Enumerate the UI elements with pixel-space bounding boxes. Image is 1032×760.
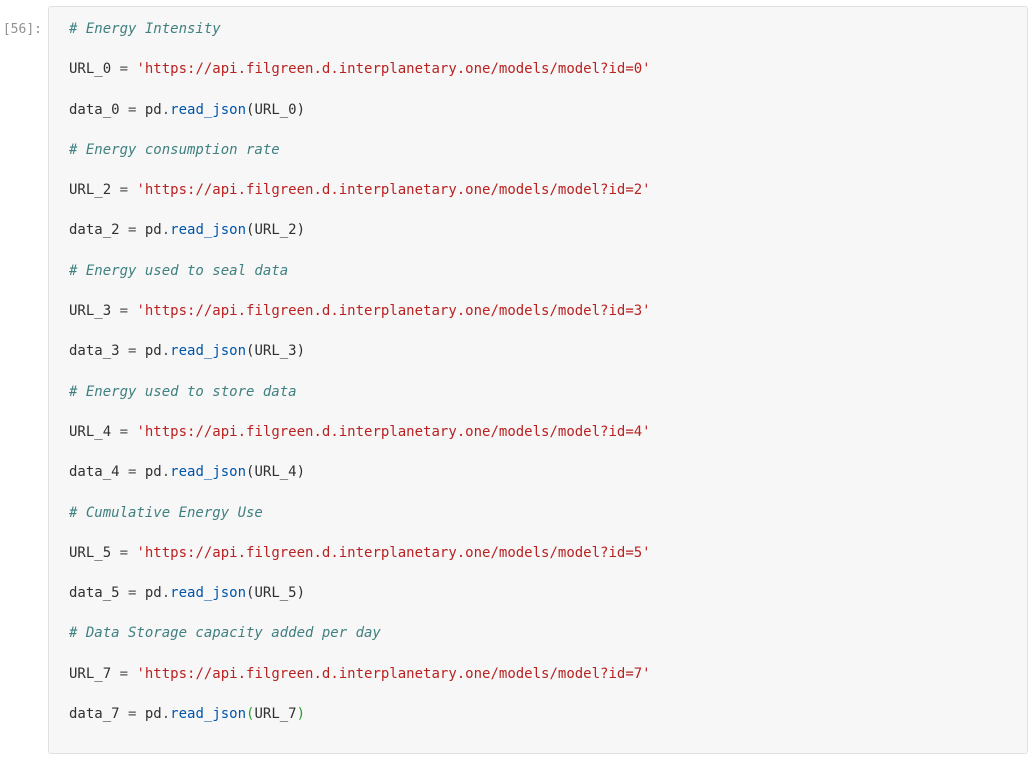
call-arg: URL_0 [254,102,296,118]
assign-op: = [120,343,145,359]
assign-op: = [120,102,145,118]
dot-op: . [162,102,170,118]
pandas-ref: pd [145,222,162,238]
code-line-url-assign: URL_5 = 'https://api.filgreen.d.interpla… [69,543,1007,563]
dot-op: . [162,706,170,722]
dot-op: . [162,464,170,480]
pandas-ref: pd [145,102,162,118]
assign-op: = [111,61,136,77]
code-line-comment: # Energy consumption rate [69,140,1007,160]
assign-op: = [111,424,136,440]
close-paren: ) [297,706,305,722]
function-name: read_json [170,102,246,118]
code-line-url-assign: URL_3 = 'https://api.filgreen.d.interpla… [69,301,1007,321]
url-var: URL_2 [69,182,111,198]
pandas-ref: pd [145,585,162,601]
url-string: 'https://api.filgreen.d.interplanetary.o… [136,182,650,198]
code-line-data-assign: data_7 = pd.read_json(URL_7) [69,704,1007,724]
close-paren: ) [297,464,305,480]
comment-text: # Energy consumption rate [69,142,280,158]
comment-text: # Energy used to seal data [69,263,288,279]
call-arg: URL_4 [254,464,296,480]
call-arg: URL_2 [254,222,296,238]
function-name: read_json [170,706,246,722]
url-string: 'https://api.filgreen.d.interplanetary.o… [136,61,650,77]
comment-text: # Energy used to store data [69,384,297,400]
url-string: 'https://api.filgreen.d.interplanetary.o… [136,424,650,440]
pandas-ref: pd [145,343,162,359]
assign-op: = [111,666,136,682]
assign-op: = [120,585,145,601]
prompt-column: [56]: [0,0,48,760]
assign-op: = [111,303,136,319]
url-var: URL_4 [69,424,111,440]
data-var: data_4 [69,464,120,480]
assign-op: = [120,706,145,722]
close-paren: ) [297,343,305,359]
call-arg: URL_5 [254,585,296,601]
dot-op: . [162,585,170,601]
data-var: data_0 [69,102,120,118]
call-arg: URL_3 [254,343,296,359]
code-cell[interactable]: # Energy Intensity URL_0 = 'https://api.f… [48,6,1028,754]
function-name: read_json [170,585,246,601]
url-var: URL_7 [69,666,111,682]
dot-op: . [162,343,170,359]
close-paren: ) [297,222,305,238]
code-line-data-assign: data_2 = pd.read_json(URL_2) [69,220,1007,240]
url-string: 'https://api.filgreen.d.interplanetary.o… [136,303,650,319]
code-line-data-assign: data_3 = pd.read_json(URL_3) [69,341,1007,361]
code-line-data-assign: data_4 = pd.read_json(URL_4) [69,462,1007,482]
comment-text: # Cumulative Energy Use [69,505,263,521]
function-name: read_json [170,464,246,480]
assign-op: = [120,464,145,480]
call-arg: URL_7 [254,706,296,722]
code-line-url-assign: URL_0 = 'https://api.filgreen.d.interpla… [69,59,1007,79]
assign-op: = [111,545,136,561]
data-var: data_7 [69,706,120,722]
comment-text: # Data Storage capacity added per day [69,625,381,641]
url-var: URL_3 [69,303,111,319]
url-string: 'https://api.filgreen.d.interplanetary.o… [136,545,650,561]
cell-prompt: [56]: [3,22,42,37]
url-var: URL_0 [69,61,111,77]
assign-op: = [120,222,145,238]
data-var: data_3 [69,343,120,359]
close-paren: ) [297,585,305,601]
code-line-comment: # Data Storage capacity added per day [69,623,1007,643]
pandas-ref: pd [145,706,162,722]
code-line-url-assign: URL_7 = 'https://api.filgreen.d.interpla… [69,664,1007,684]
code-line-comment: # Energy used to seal data [69,261,1007,281]
pandas-ref: pd [145,464,162,480]
comment-text: # Energy Intensity [69,21,221,37]
code-line-comment: # Energy Intensity [69,19,1007,39]
data-var: data_5 [69,585,120,601]
code-line-data-assign: data_0 = pd.read_json(URL_0) [69,100,1007,120]
function-name: read_json [170,343,246,359]
code-line-data-assign: data_5 = pd.read_json(URL_5) [69,583,1007,603]
code-line-url-assign: URL_4 = 'https://api.filgreen.d.interpla… [69,422,1007,442]
url-string: 'https://api.filgreen.d.interplanetary.o… [136,666,650,682]
code-line-url-assign: URL_2 = 'https://api.filgreen.d.interpla… [69,180,1007,200]
assign-op: = [111,182,136,198]
dot-op: . [162,222,170,238]
data-var: data_2 [69,222,120,238]
close-paren: ) [297,102,305,118]
code-line-comment: # Energy used to store data [69,382,1007,402]
function-name: read_json [170,222,246,238]
url-var: URL_5 [69,545,111,561]
code-line-comment: # Cumulative Energy Use [69,503,1007,523]
